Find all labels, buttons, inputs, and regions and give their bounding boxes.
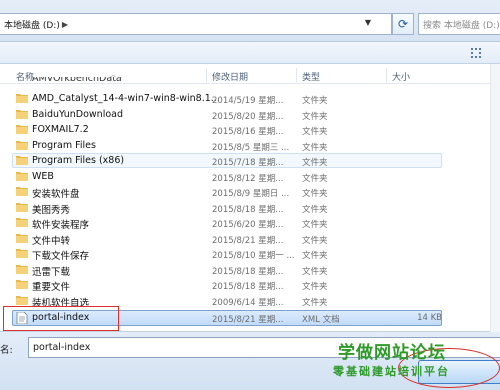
file-date: 2015/8/10 星期一 ... [212,251,295,261]
file-type: 文件夹 [302,220,328,230]
list-item[interactable]: 文件中转 2015/8/21 星期... 文件夹 [0,231,500,247]
file-date: 2015/8/21 星期... [212,315,284,325]
file-name: 软件安装程序 [32,220,90,231]
chevron-right-icon[interactable]: ▶ [62,20,68,29]
file-date: 2015/8/12 星期... [212,173,284,184]
list-item[interactable]: AMD_Catalyst_14-4-win7-win8-win8.1... 20… [0,91,500,107]
folder-icon [16,109,28,119]
file-date: 2015/7/18 星期... [212,158,284,168]
file-name: AMD_Catalyst_14-4-win7-win8-win8.1... [32,93,220,104]
list-item[interactable]: WEB 2015/8/12 星期... 文件夹 [0,169,500,185]
file-type: 文件夹 [302,266,328,277]
file-name: 文件中转 [32,235,71,247]
list-item[interactable]: FOXMAIL7.2 2015/8/16 星期... 文件夹 [0,122,500,138]
file-name: 安装软件盘 [32,189,80,200]
file-type: 文件夹 [302,282,328,292]
list-item[interactable]: 安装软件盘 2015/8/9 星期日 ... 文件夹 [0,184,500,200]
address-bar[interactable]: 本地磁盘 (D:) ▶ ▼ [0,13,392,35]
folder-icon [16,249,28,258]
file-name: WEB [32,170,54,182]
file-date: 2015/8/18 星期... [212,282,284,292]
file-date: 2015/8/18 星期... [212,266,284,277]
file-type: 文件夹 [302,96,328,106]
file-date: 2015/8/18 星期... [212,204,284,215]
file-date: 2015/8/20 星期... [212,111,284,122]
file-date: 2014/5/19 星期... [212,96,284,106]
file-type: 文件夹 [302,204,328,215]
folder-icon [16,187,28,196]
view-grid-icon [471,47,481,58]
file-type: 文件夹 [302,189,328,199]
refresh-icon[interactable]: ⟳ [392,13,414,35]
file-date: 2015/6/20 星期... [212,220,284,230]
file-date: 2015/8/5 星期三 ... [212,142,290,153]
filename-label: 名: [0,345,13,356]
folder-icon [16,295,28,305]
address-path-segment[interactable]: 本地磁盘 (D:) [4,18,60,31]
list-item-hovered[interactable]: Program Files (x86) 2015/7/18 星期... 文件夹 [0,153,500,169]
file-name: FOXMAIL7.2 [32,124,89,135]
file-date: 2015/8/21 星期... [212,235,284,246]
list-item[interactable]: 重要文件 2015/8/18 星期... 文件夹 [0,277,500,293]
file-type: 文件夹 [302,142,328,153]
file-type: 文件夹 [302,251,328,261]
file-name: Program Files (x86) [32,155,125,166]
file-date: 2015/8/9 星期日 ... [212,189,290,199]
search-placeholder: 搜索 本地磁盘 (D:) [423,20,500,31]
folder-icon [16,156,28,165]
folder-icon [16,140,28,150]
annotation-box [3,306,119,331]
list-item[interactable]: 软件安装程序 2015/6/20 星期... 文件夹 [0,215,500,231]
file-date: 2015/8/16 星期... [212,127,284,137]
file-name: 下载文件保存 [32,251,90,262]
file-name: Program Files [32,139,96,151]
file-type: 文件夹 [302,111,328,122]
folder-icon [16,233,28,243]
file-name: 重要文件 [32,282,71,293]
address-toolbar: 本地磁盘 (D:) ▶ ▼ ⟳ 搜索 本地磁盘 (D:) [0,0,500,42]
file-name: 美图秀秀 [32,204,71,216]
file-name: 迅雷下载 [32,266,71,278]
file-name: BaiduYunDownload [32,108,124,120]
file-type: 文件夹 [302,173,328,184]
watermark-title: 学做网站论坛 [338,343,446,363]
watermark-subtitle: 零基础建站培训平台 [333,365,450,378]
view-options-button[interactable] [466,45,486,60]
list-item-partial[interactable]: AMVOrkbenchData [0,77,500,85]
command-bar [0,42,500,64]
folder-icon [16,264,28,274]
list-item[interactable]: 美图秀秀 2015/8/18 星期... 文件夹 [0,200,500,216]
file-size: 14 KB [417,313,442,323]
chevron-down-icon[interactable]: ▼ [365,18,371,27]
list-item[interactable]: 下载文件保存 2015/8/10 星期一 ... 文件夹 [0,246,500,262]
list-item[interactable]: 迅雷下载 2015/8/18 星期... 文件夹 [0,262,500,278]
folder-icon [16,218,28,227]
file-type: 文件夹 [302,235,328,246]
file-date: 2009/6/14 星期... [212,297,284,308]
folder-icon [16,125,28,134]
file-type: XML 文档 [302,315,340,325]
file-type: 文件夹 [302,297,328,308]
list-item[interactable]: Program Files 2015/8/5 星期三 ... 文件夹 [0,138,500,154]
vertical-scrollbar[interactable] [490,64,500,332]
list-item[interactable]: BaiduYunDownload 2015/8/20 星期... 文件夹 [0,107,500,123]
file-type: 文件夹 [302,158,328,168]
file-list-pane: ︿ 名称 修改日期 类型 大小 AMVOrkbenchData AMD_Cata… [0,64,500,332]
folder-icon [16,280,28,289]
file-type: 文件夹 [302,127,328,137]
search-input[interactable]: 搜索 本地磁盘 (D:) [418,13,500,35]
folder-icon [16,202,28,212]
folder-icon [16,94,28,103]
folder-icon [16,171,28,181]
